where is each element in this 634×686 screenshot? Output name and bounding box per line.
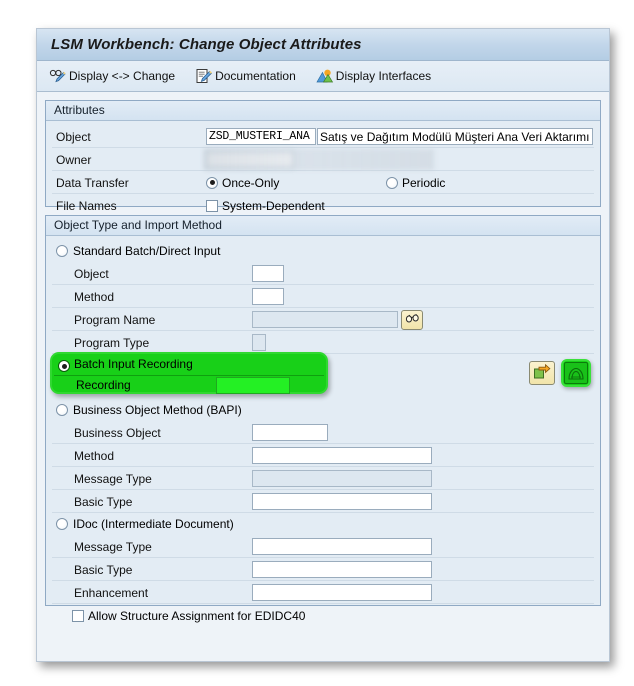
recording-row-divider	[54, 375, 324, 376]
standard-program-type-row: Program Type	[46, 331, 600, 354]
idoc-radio-dot[interactable]	[56, 518, 68, 530]
object-description-input[interactable]	[317, 128, 593, 145]
recording-label-highlighted: Recording	[76, 378, 131, 392]
toolbar-item-label: Documentation	[215, 69, 296, 83]
standard-method-row: Method	[46, 285, 600, 308]
system-dependent-label: System-Dependent	[222, 198, 325, 213]
owner-label: Owner	[56, 152, 92, 167]
main-content: Attributes Object Owner	[37, 92, 609, 660]
idoc-basic-type-label: Basic Type	[74, 562, 133, 577]
bapi-radio-dot[interactable]	[56, 404, 68, 416]
object-type-group-body: Standard Batch/Direct Input Object Metho…	[46, 236, 600, 633]
glasses-pencil-icon	[49, 68, 67, 84]
radio-business-object-method-bapi[interactable]: Business Object Method (BAPI)	[46, 399, 600, 421]
standard-batch-radio-dot[interactable]	[56, 245, 68, 257]
standard-batch-label: Standard Batch/Direct Input	[73, 244, 221, 258]
bapi-method-label: Method	[74, 448, 115, 463]
standard-program-name-label: Program Name	[74, 312, 156, 327]
batch-recording-label-highlighted: Batch Input Recording	[74, 357, 193, 371]
idoc-enhancement-row: Enhancement	[46, 581, 600, 604]
idoc-label: IDoc (Intermediate Document)	[73, 517, 234, 531]
toolbar-item-label: Display <-> Change	[69, 69, 176, 83]
toolbar-display-change-button[interactable]: Display <-> Change	[49, 68, 175, 84]
toolbar: Display <-> Change Documentation Display…	[37, 61, 609, 92]
standard-method-label: Method	[74, 289, 115, 304]
recording-input-highlighted[interactable]	[216, 377, 290, 394]
toolbar-item-label: Display Interfaces	[335, 69, 432, 83]
toolbar-documentation-button[interactable]: Documentation	[195, 68, 296, 84]
standard-program-type-label: Program Type	[74, 335, 150, 350]
owner-id-input[interactable]	[206, 151, 294, 168]
standard-program-type-input[interactable]	[252, 334, 266, 351]
checkbox-allow-structure-assignment[interactable]: Allow Structure Assignment for EDIDC40	[46, 609, 305, 623]
bapi-message-type-input[interactable]	[252, 470, 432, 487]
start-recording-button[interactable]	[561, 359, 591, 387]
program-name-search-help-button[interactable]	[401, 309, 423, 330]
bapi-business-object-row: Business Object	[46, 421, 600, 444]
bapi-message-type-row: Message Type	[46, 467, 600, 490]
system-dependent-checkbox[interactable]	[206, 199, 218, 212]
once-only-label: Once-Only	[222, 175, 280, 190]
checkbox-system-dependent[interactable]: System-Dependent	[206, 199, 325, 213]
bapi-basic-type-row: Basic Type	[46, 490, 600, 513]
allow-structure-label: Allow Structure Assignment for EDIDC40	[88, 608, 306, 623]
object-label: Object	[56, 129, 91, 144]
bapi-method-row: Method	[46, 444, 600, 467]
window-titlebar: LSM Workbench: Change Object Attributes	[37, 29, 609, 61]
radio-once-only[interactable]: Once-Only	[206, 176, 386, 190]
data-transfer-row: Data Transfer Once-Only Periodic	[46, 171, 600, 194]
toolbar-display-interfaces-button[interactable]: Display Interfaces	[316, 68, 431, 84]
standard-object-label: Object	[74, 266, 109, 281]
bapi-message-type-label: Message Type	[74, 471, 152, 486]
bapi-basic-type-label: Basic Type	[74, 494, 133, 509]
standard-object-input[interactable]	[252, 265, 284, 282]
standard-method-input[interactable]	[252, 288, 284, 305]
object-id-input[interactable]	[206, 128, 316, 145]
object-type-group-title: Object Type and Import Method	[46, 216, 600, 236]
bapi-business-object-input[interactable]	[252, 424, 328, 441]
idoc-enhancement-label: Enhancement	[74, 585, 149, 600]
attributes-group-body: Object Owner Data Transfer	[46, 121, 600, 223]
page-title: LSM Workbench: Change Object Attributes	[51, 36, 362, 53]
display-overview-button[interactable]	[529, 361, 555, 385]
idoc-message-type-input[interactable]	[252, 538, 432, 555]
bapi-basic-type-input[interactable]	[252, 493, 432, 510]
periodic-label: Periodic	[402, 175, 446, 190]
radio-periodic[interactable]: Periodic	[386, 176, 445, 190]
allow-structure-checkbox[interactable]	[72, 609, 84, 622]
arrow-into-box-icon	[533, 363, 551, 383]
file-names-label: File Names	[56, 198, 117, 213]
image-mountains-icon	[316, 68, 334, 84]
periodic-radio-dot[interactable]	[386, 176, 398, 189]
object-type-group: Object Type and Import Method Standard B…	[45, 215, 601, 623]
batch-recording-radio-highlighted[interactable]	[58, 360, 70, 372]
file-names-row: File Names System-Dependent	[46, 194, 600, 217]
radio-idoc[interactable]: IDoc (Intermediate Document)	[46, 513, 600, 535]
document-pencil-icon	[195, 68, 213, 84]
object-row: Object	[46, 125, 600, 148]
radio-standard-batch-direct-input[interactable]: Standard Batch/Direct Input	[46, 240, 600, 262]
bapi-label: Business Object Method (BAPI)	[73, 403, 242, 417]
idoc-basic-type-input[interactable]	[252, 561, 432, 578]
recording-overwrite-icon	[564, 362, 588, 384]
data-transfer-label: Data Transfer	[56, 175, 129, 190]
lsm-workbench-window: LSM Workbench: Change Object Attributes …	[36, 28, 610, 662]
attributes-group-title: Attributes	[46, 101, 600, 121]
idoc-message-type-row: Message Type	[46, 535, 600, 558]
attributes-group: Attributes Object Owner	[45, 100, 601, 213]
idoc-enhancement-input[interactable]	[252, 584, 432, 601]
standard-object-row: Object	[46, 262, 600, 285]
bapi-method-input[interactable]	[252, 447, 432, 464]
binoculars-icon	[405, 312, 420, 327]
bapi-business-object-label: Business Object	[74, 425, 161, 440]
once-only-radio-dot[interactable]	[206, 176, 218, 189]
idoc-message-type-label: Message Type	[74, 539, 152, 554]
batch-input-recording-highlight[interactable]: Batch Input Recording Recording	[50, 352, 328, 394]
standard-program-name-input[interactable]	[252, 311, 398, 328]
owner-row: Owner	[46, 148, 600, 171]
idoc-basic-type-row: Basic Type	[46, 558, 600, 581]
idoc-allow-structure-row: Allow Structure Assignment for EDIDC40	[46, 604, 600, 627]
standard-program-name-row: Program Name	[46, 308, 600, 331]
